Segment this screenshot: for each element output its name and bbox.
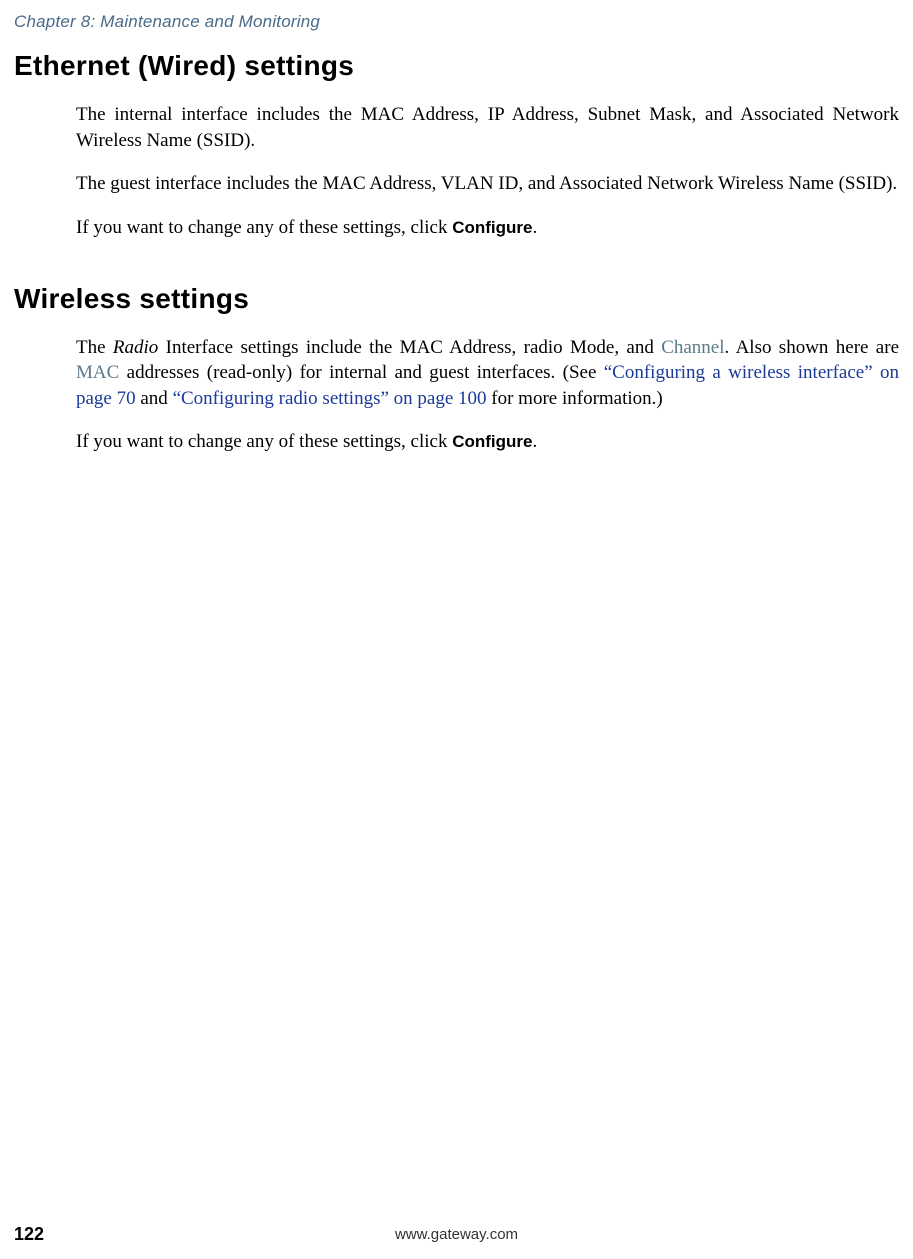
ethernet-para-2: The guest interface includes the MAC Add…	[76, 171, 899, 197]
wireless-para-1: The Radio Interface settings include the…	[76, 335, 899, 412]
footer-url: www.gateway.com	[395, 1226, 518, 1243]
wireless-p1-pre: The	[76, 337, 113, 358]
wireless-link-2[interactable]: “Configuring radio settings” on page 100	[173, 388, 487, 409]
wireless-p1-mid2: . Also shown here are	[725, 337, 899, 358]
page-footer: 122 www.gateway.com	[0, 1224, 913, 1245]
wireless-p1-mid3: addresses (read-only) for internal and g…	[119, 362, 603, 383]
ethernet-para-1: The internal interface includes the MAC …	[76, 102, 899, 153]
configure-label-2: Configure	[452, 432, 532, 451]
wireless-p1-mac: MAC	[76, 362, 119, 383]
wireless-p2-pre: If you want to change any of these setti…	[76, 431, 452, 452]
page-content: Ethernet (Wired) settings The internal i…	[0, 50, 913, 455]
ethernet-para-3: If you want to change any of these setti…	[76, 215, 899, 241]
ethernet-heading: Ethernet (Wired) settings	[14, 50, 899, 82]
ethernet-p3-pre: If you want to change any of these setti…	[76, 217, 452, 238]
wireless-heading: Wireless settings	[14, 283, 899, 315]
wireless-p1-post: for more information.)	[487, 388, 663, 409]
chapter-header: Chapter 8: Maintenance and Monitoring	[0, 0, 913, 32]
wireless-p1-and: and	[136, 388, 173, 409]
wireless-para-2: If you want to change any of these setti…	[76, 429, 899, 455]
wireless-p1-mid1: Interface settings include the MAC Addre…	[158, 337, 661, 358]
wireless-p2-post: .	[532, 431, 537, 452]
configure-label-1: Configure	[452, 218, 532, 237]
page-number: 122	[14, 1224, 44, 1245]
wireless-p1-channel: Channel	[661, 337, 724, 358]
chapter-label: Chapter 8: Maintenance and Monitoring	[14, 12, 320, 31]
wireless-p1-radio: Radio	[113, 337, 158, 358]
ethernet-p3-post: .	[532, 217, 537, 238]
